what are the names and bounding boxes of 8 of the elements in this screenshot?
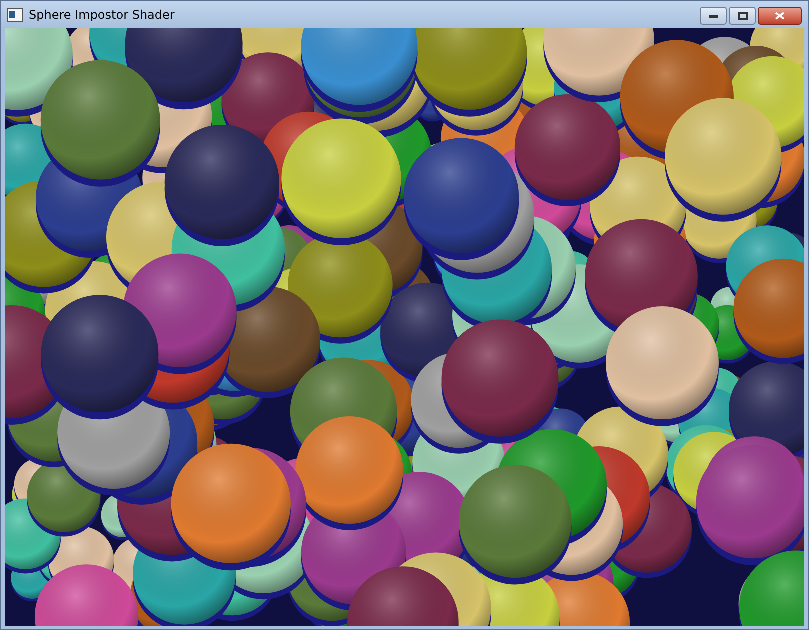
maximize-button[interactable]: [729, 7, 756, 25]
window-title: Sphere Impostor Shader: [29, 6, 175, 24]
close-icon: [775, 12, 785, 20]
maximize-icon: [738, 12, 748, 20]
minimize-icon: [709, 14, 718, 18]
minimize-button[interactable]: [700, 7, 727, 25]
app-window-icon: [7, 8, 23, 22]
close-button[interactable]: [758, 7, 802, 25]
